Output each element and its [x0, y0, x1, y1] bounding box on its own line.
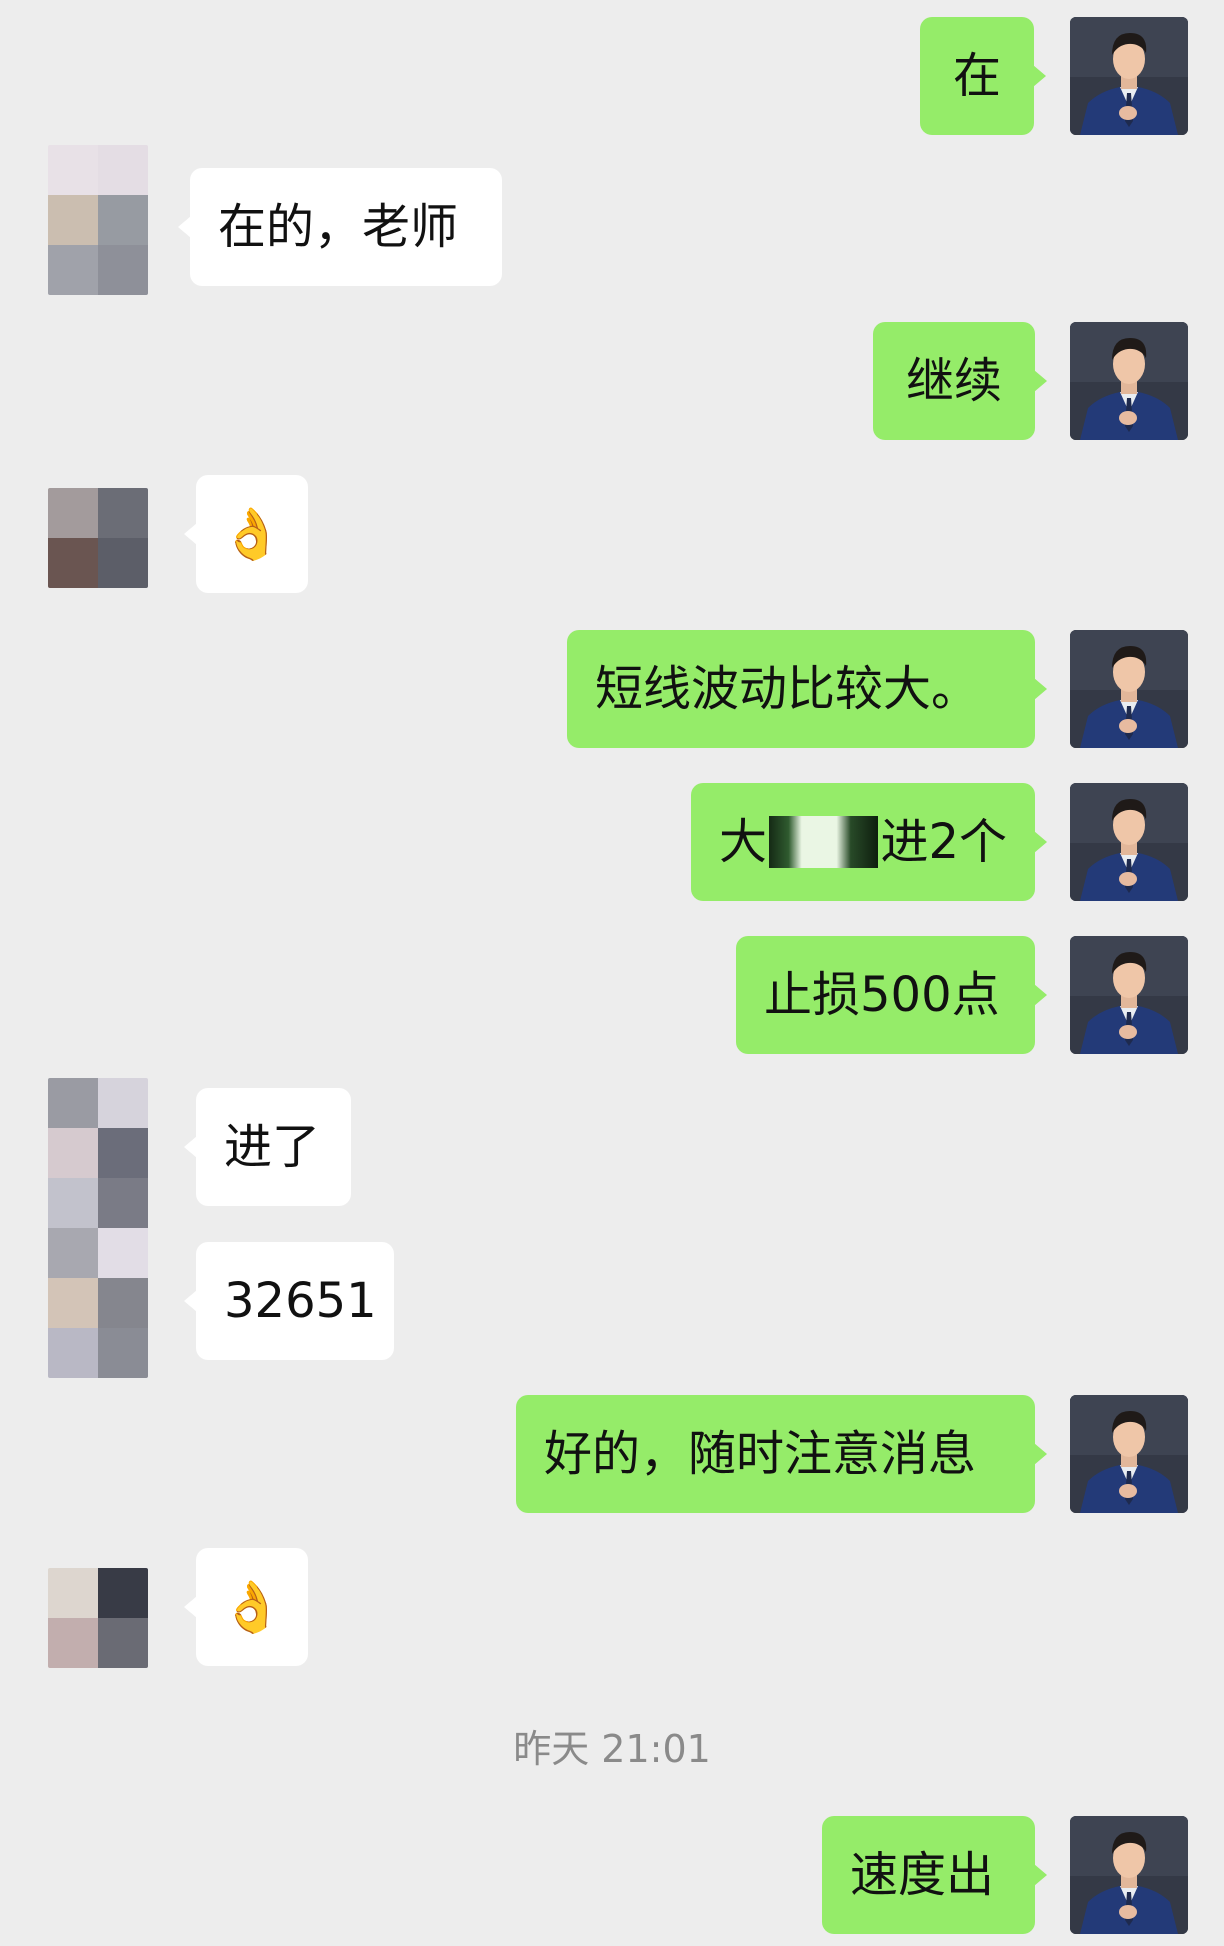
redacted-text-mask: [769, 816, 879, 868]
message-bubble-outgoing[interactable]: 大 进2个: [691, 783, 1047, 901]
message-text: 进了: [224, 1119, 321, 1175]
message-text: 速度出: [850, 1847, 995, 1903]
ok-hand-emoji: 👌: [220, 505, 284, 563]
timestamp-divider: 昨天 21:01: [513, 1727, 711, 1771]
message-bubble-outgoing[interactable]: 继续: [873, 322, 1047, 440]
message-text: 在: [952, 48, 1001, 104]
message-bubble-incoming[interactable]: 👌: [184, 475, 308, 593]
message-bubble-outgoing[interactable]: 短线波动比较大。: [567, 630, 1047, 748]
message-bubble-outgoing[interactable]: 好的，随时注意消息: [516, 1395, 1047, 1513]
my-avatar-icon[interactable]: [1070, 936, 1188, 1054]
message-bubble-incoming[interactable]: 32651: [184, 1242, 394, 1360]
my-avatar-icon[interactable]: [1070, 630, 1188, 748]
message-bubble-outgoing[interactable]: 在: [920, 17, 1046, 135]
peer-avatar-icon[interactable]: [48, 488, 148, 588]
ok-hand-emoji: 👌: [220, 1578, 284, 1636]
message-bubble-incoming[interactable]: 👌: [184, 1548, 308, 1666]
peer-avatar-icon[interactable]: [48, 1568, 148, 1668]
message-text-before: 大: [719, 814, 768, 870]
message-text: 在的，老师: [218, 199, 459, 255]
my-avatar-icon[interactable]: [1070, 1395, 1188, 1513]
message-text: 好的，随时注意消息: [544, 1426, 977, 1482]
my-avatar-icon[interactable]: [1070, 17, 1188, 135]
message-text-after: 进2个: [880, 814, 1007, 870]
my-avatar-icon[interactable]: [1070, 783, 1188, 901]
message-text: 继续: [905, 353, 1002, 409]
message-bubble-outgoing[interactable]: 速度出: [822, 1816, 1047, 1934]
peer-avatar-icon[interactable]: [48, 1078, 148, 1378]
message-text: 32651: [224, 1273, 377, 1329]
my-avatar-icon[interactable]: [1070, 322, 1188, 440]
peer-avatar-icon[interactable]: [48, 145, 148, 295]
my-avatar-icon[interactable]: [1070, 1816, 1188, 1934]
message-text: 止损500点: [764, 967, 1000, 1023]
message-bubble-incoming[interactable]: 进了: [184, 1088, 351, 1206]
message-bubble-outgoing[interactable]: 止损500点: [736, 936, 1047, 1054]
message-bubble-incoming[interactable]: 在的，老师: [178, 168, 502, 286]
message-text: 短线波动比较大。: [595, 661, 980, 717]
chat-window: 在 在的，老师 继续 👌 短线波动比较大。 大 进2个 止损500点 进了 32…: [0, 0, 1224, 1946]
